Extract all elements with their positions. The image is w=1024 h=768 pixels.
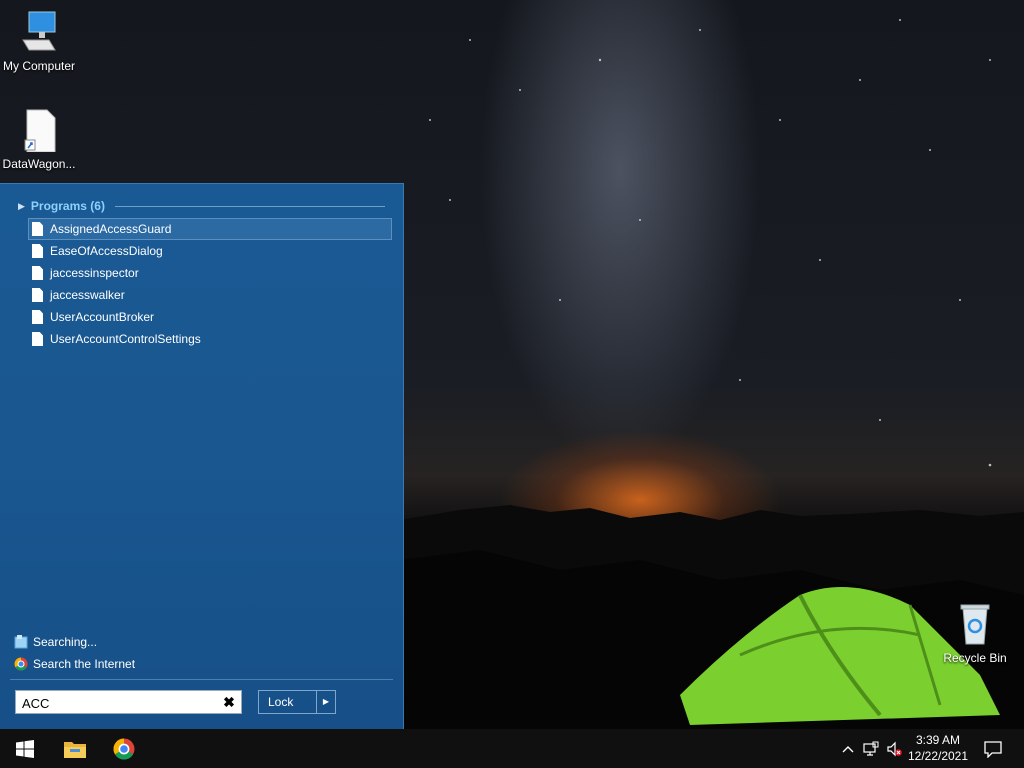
searching-icon [14, 635, 28, 649]
lock-button[interactable]: Lock ▶ [258, 690, 336, 714]
search-result-item[interactable]: UserAccountBroker [28, 306, 392, 328]
clock-date: 12/22/2021 [907, 749, 969, 763]
search-result-label: EaseOfAccessDialog [50, 244, 163, 258]
volume-muted-icon[interactable] [886, 741, 902, 757]
search-result-item[interactable]: jaccesswalker [28, 284, 392, 306]
search-result-label: UserAccountBroker [50, 310, 155, 324]
start-menu: ▶ Programs (6) AssignedAccessGuard EaseO… [0, 183, 404, 730]
chrome-icon [113, 738, 135, 759]
desktop-icon-label: DataWagon... [2, 157, 76, 171]
desktop-icon-label: Recycle Bin [943, 651, 1007, 665]
search-result-label: jaccesswalker [50, 288, 125, 302]
expand-arrow-icon: ▶ [18, 200, 25, 211]
search-result-label: UserAccountControlSettings [50, 332, 201, 346]
search-result-item[interactable]: UserAccountControlSettings [28, 328, 392, 350]
file-icon [32, 310, 43, 324]
desktop-icon-datawagon[interactable]: DataWagon... [0, 108, 78, 171]
desktop-icon-recycle-bin[interactable]: Recycle Bin [936, 602, 1014, 665]
search-result-label: AssignedAccessGuard [50, 222, 172, 236]
taskbar-file-explorer[interactable] [52, 729, 98, 768]
search-input[interactable] [20, 692, 224, 714]
lock-options-arrow-icon[interactable]: ▶ [316, 691, 335, 713]
search-result-item[interactable]: EaseOfAccessDialog [28, 240, 392, 262]
search-result-item[interactable]: AssignedAccessGuard [28, 218, 392, 240]
start-menu-divider [10, 679, 393, 680]
recycle-bin-icon [960, 604, 990, 645]
lock-button-label: Lock [268, 695, 294, 709]
searching-label: Searching... [33, 635, 98, 649]
file-icon [32, 244, 43, 258]
file-icon [32, 332, 43, 346]
show-hidden-icons-chevron-icon[interactable] [840, 741, 856, 757]
searching-status: Searching... [14, 633, 97, 651]
search-internet-label: Search the Internet [33, 657, 136, 671]
file-shortcut-icon [24, 109, 56, 153]
file-icon [32, 266, 43, 280]
programs-section-title: Programs (6) [30, 199, 105, 213]
taskbar: 3:39 AM 12/22/2021 [0, 729, 1024, 768]
desktop-icon-my-computer[interactable]: My Computer [0, 10, 78, 73]
search-results-list: AssignedAccessGuard EaseOfAccessDialog j… [28, 218, 392, 350]
section-divider [114, 205, 385, 207]
file-explorer-icon [64, 741, 86, 758]
desktop-icon-label: My Computer [2, 59, 76, 73]
file-icon [32, 288, 43, 302]
file-icon [32, 222, 43, 236]
network-icon[interactable] [863, 741, 879, 757]
clock-time: 3:39 AM [915, 733, 961, 747]
start-button[interactable] [2, 729, 48, 768]
computer-icon [22, 11, 56, 51]
search-box[interactable]: ✖ [15, 690, 242, 714]
search-internet-link[interactable]: Search the Internet [14, 655, 135, 673]
programs-section-header[interactable]: ▶ Programs (6) [18, 198, 385, 214]
taskbar-chrome[interactable] [101, 729, 147, 768]
clear-search-button[interactable]: ✖ [222, 694, 236, 710]
search-result-label: jaccessinspector [50, 266, 139, 280]
chrome-icon [14, 657, 28, 671]
action-center-icon[interactable] [984, 740, 1002, 758]
search-result-item[interactable]: jaccessinspector [28, 262, 392, 284]
taskbar-clock[interactable]: 3:39 AM 12/22/2021 [903, 732, 973, 764]
windows-start-icon [16, 739, 34, 758]
